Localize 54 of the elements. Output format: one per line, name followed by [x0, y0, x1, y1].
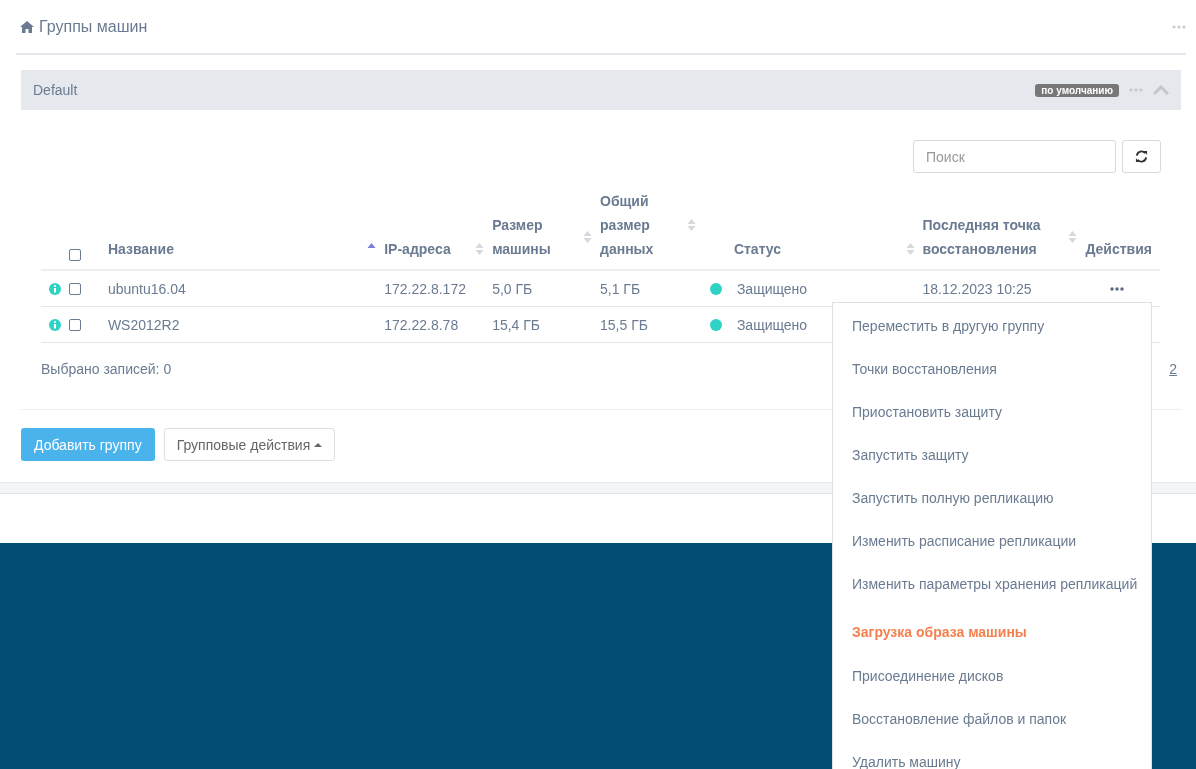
menu-item[interactable]: Удалить машину	[833, 740, 1151, 769]
info-icon[interactable]	[49, 318, 61, 331]
search-field[interactable]: Поиск	[913, 140, 1116, 173]
ip-address: 172.22.8.172	[384, 280, 466, 297]
add-group-button[interactable]: Добавить группу	[21, 428, 155, 461]
machine-name: WS2012R2	[107, 316, 180, 333]
menu-item[interactable]: Изменить параметры хранения репликаций	[833, 562, 1151, 605]
selected-count: Выбрано записей: 0	[41, 361, 172, 379]
caret-up-icon	[314, 442, 323, 447]
refresh-button[interactable]	[1122, 140, 1161, 173]
row-checkbox[interactable]	[68, 282, 81, 295]
column-header[interactable]: Статус	[733, 237, 782, 261]
data-size: 15,5 ГБ	[600, 316, 648, 333]
column-header[interactable]: IP-адреса	[384, 237, 451, 261]
sort-icon[interactable]	[1068, 229, 1078, 245]
home-icon	[20, 20, 34, 33]
menu-item[interactable]: Переместить в другую группу	[833, 304, 1151, 347]
status-text: Защищено	[736, 280, 808, 297]
menu-item[interactable]: Приостановить защиту	[833, 390, 1151, 433]
chevron-up-icon[interactable]	[1153, 85, 1169, 95]
more-icon[interactable]	[1110, 286, 1125, 291]
menu-item[interactable]: Запустить полную репликацию	[833, 476, 1151, 519]
row-checkbox[interactable]	[68, 318, 81, 331]
sort-icon[interactable]	[583, 229, 592, 245]
machine-name: ubuntu16.04	[107, 280, 186, 297]
page-title: Группы машин	[39, 17, 148, 36]
menu-item[interactable]: Восстановление файлов и папок	[833, 697, 1151, 740]
column-header[interactable]: Название	[107, 237, 174, 261]
select-all-checkbox[interactable]	[68, 249, 81, 261]
column-header: Действия	[1085, 240, 1152, 259]
data-size: 5,1 ГБ	[600, 280, 641, 297]
refresh-icon	[1135, 150, 1148, 163]
group-actions-button[interactable]: Групповые действия	[163, 428, 336, 461]
column-header[interactable]: Последняя точка восстановления	[922, 213, 1053, 261]
column-header[interactable]: Размер машины	[492, 213, 563, 261]
ip-address: 172.22.8.78	[384, 316, 459, 333]
group-header[interactable]: Default по умолчанию	[21, 70, 1181, 110]
group-name: Default	[33, 82, 79, 98]
sort-icon[interactable]	[475, 241, 485, 257]
menu-item[interactable]: Загрузка образа машины	[833, 605, 1151, 654]
machine-size: 5,0 ГБ	[492, 280, 533, 297]
menu-item[interactable]: Присоединение дисков	[833, 654, 1151, 697]
status-text: Защищено	[736, 316, 808, 333]
page-link[interactable]: 2	[1169, 361, 1177, 409]
sort-icon[interactable]	[686, 217, 696, 233]
menu-item[interactable]: Точки восстановления	[833, 347, 1151, 390]
menu-item[interactable]: Запустить защиту	[833, 433, 1151, 476]
restore-point-time: 18.12.2023 10:25	[922, 280, 1032, 297]
menu-item[interactable]: Изменить расписание репликации	[833, 519, 1151, 562]
machine-size: 15,4 ГБ	[492, 316, 541, 333]
sort-icon[interactable]	[905, 241, 915, 257]
column-header[interactable]: Общий размер данных	[600, 189, 662, 261]
default-badge: по умолчанию	[1035, 83, 1119, 97]
info-icon[interactable]	[49, 282, 61, 295]
